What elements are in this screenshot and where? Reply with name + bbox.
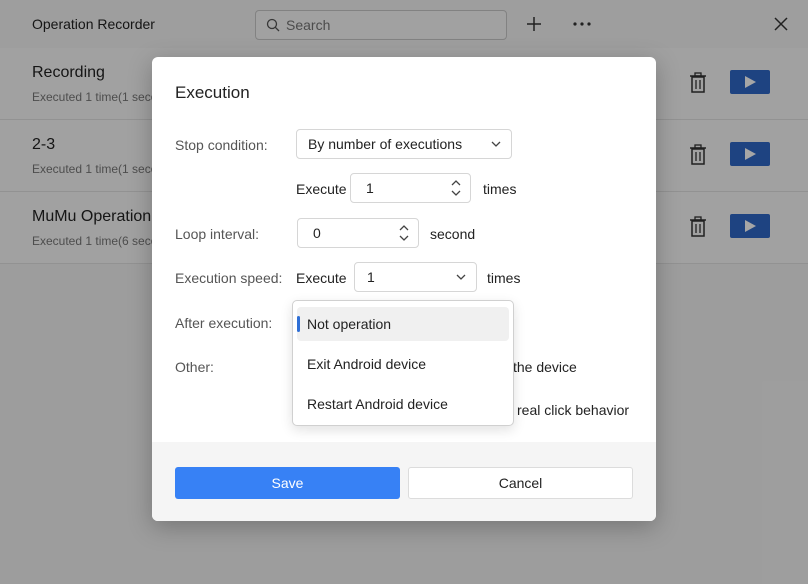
execution-speed-label: Execution speed: <box>175 270 283 286</box>
loop-interval-stepper[interactable]: 0 <box>297 218 419 248</box>
after-execution-label: After execution: <box>175 315 273 331</box>
option-label: Exit Android device <box>307 356 427 372</box>
save-button[interactable]: Save <box>175 467 400 499</box>
speed-select[interactable]: 1 <box>354 262 477 292</box>
execute-count-value: 1 <box>366 180 374 196</box>
times-label: times <box>483 181 517 197</box>
dropdown-option-restart-android[interactable]: Restart Android device <box>297 387 509 421</box>
stepper-arrows-icon[interactable] <box>450 178 462 198</box>
dropdown-option-not-operation[interactable]: Not operation <box>297 307 509 341</box>
execution-dialog: Execution Stop condition: By number of e… <box>152 57 656 521</box>
cancel-button[interactable]: Cancel <box>408 467 633 499</box>
loop-interval-label: Loop interval: <box>175 226 260 242</box>
other-option-2-label[interactable]: real click behavior <box>517 402 629 418</box>
stepper-arrows-icon[interactable] <box>398 223 410 243</box>
second-label: second <box>430 226 476 242</box>
other-option-1-label[interactable]: the device <box>513 359 577 375</box>
chevron-down-icon <box>491 141 501 147</box>
stop-condition-select[interactable]: By number of executions <box>296 129 512 159</box>
option-label: Restart Android device <box>307 396 448 412</box>
dropdown-option-exit-android[interactable]: Exit Android device <box>297 347 509 381</box>
execute-label: Execute <box>296 181 347 197</box>
speed-times-label: times <box>487 270 521 286</box>
after-execution-dropdown: Not operation Exit Android device Restar… <box>292 300 514 426</box>
execute-count-stepper[interactable]: 1 <box>350 173 471 203</box>
other-label: Other: <box>175 359 214 375</box>
option-label: Not operation <box>307 316 392 332</box>
chevron-down-icon <box>456 274 466 280</box>
stop-condition-label: Stop condition: <box>175 137 268 153</box>
dialog-title: Execution <box>175 83 250 102</box>
speed-value: 1 <box>367 269 375 285</box>
selection-indicator <box>297 316 300 332</box>
stop-condition-value: By number of executions <box>308 136 463 152</box>
loop-interval-value: 0 <box>313 225 321 241</box>
speed-execute-label: Execute <box>296 270 347 286</box>
